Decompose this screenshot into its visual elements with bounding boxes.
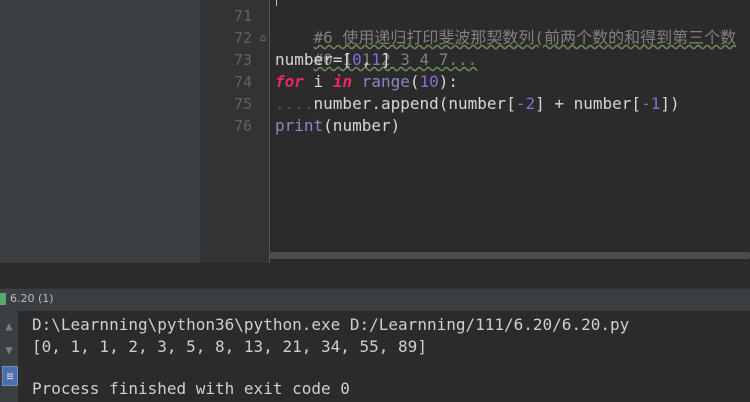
editor-bottom-area: [0, 263, 750, 287]
line-number: 74: [233, 73, 252, 91]
run-tool-window-header: 6.20 (1): [0, 288, 750, 311]
line-number: 75: [233, 95, 252, 113]
project-pane: [0, 0, 200, 287]
keyword-for: for: [275, 72, 304, 91]
code-token: number.append(number[: [313, 94, 516, 113]
fold-icon[interactable]: ⌂: [260, 34, 266, 44]
code-token: i: [303, 72, 333, 91]
arrow-up-icon[interactable]: ▲: [2, 317, 16, 335]
indent-guide-dots: ....: [275, 94, 314, 113]
builtin-range: range: [361, 72, 410, 91]
run-console[interactable]: D:\Learnning\python36\python.exe D:/Lear…: [19, 311, 750, 402]
code-line-73[interactable]: number=[0,1]: [275, 49, 391, 71]
console-exit-line: Process finished with exit code 0: [32, 379, 350, 398]
code-token: ] + number[: [535, 94, 642, 113]
code-token: ,: [361, 50, 372, 69]
number-literal: -1: [641, 94, 661, 113]
arrow-down-icon[interactable]: ▼: [2, 341, 16, 359]
console-command-line: D:\Learnning\python36\python.exe D:/Lear…: [32, 315, 630, 334]
number-literal: 10: [419, 72, 439, 91]
number-literal: 0: [352, 50, 362, 69]
number-literal: -2: [515, 94, 536, 113]
line-number: 72: [233, 29, 252, 47]
code-line-75[interactable]: ....number.append(number[-2] + number[-1…: [275, 93, 680, 115]
code-line-72[interactable]: #0 1 1 2 3 4 7...: [275, 27, 478, 69]
run-toolbar: ▲ ▼ ≡: [0, 311, 19, 402]
line-number: 71: [233, 7, 252, 25]
code-token: ]): [660, 94, 680, 113]
line-number: 73: [233, 51, 252, 69]
keyword-in: in: [332, 72, 353, 91]
run-tab-title[interactable]: 6.20 (1): [10, 292, 54, 305]
code-line-71[interactable]: #6 使用递归打印斐波那契数列(前两个数的和得到第三个数: [275, 5, 737, 47]
code-token: ):: [438, 72, 459, 91]
code-line-76[interactable]: print(number): [275, 115, 400, 137]
code-token: number=[: [275, 50, 353, 69]
horizontal-scrollbar[interactable]: [270, 252, 750, 259]
builtin-print: print: [275, 116, 324, 135]
code-line-74[interactable]: for i in range(10):: [275, 71, 458, 93]
console-output-line: [0, 1, 1, 2, 3, 5, 8, 13, 21, 34, 55, 89…: [32, 337, 427, 356]
code-token: ]: [380, 50, 391, 69]
gutter-separator: [269, 0, 270, 263]
code-editor[interactable]: 71 72 73 74 75 76 ⌂ #6 使用递归打印斐波那契数列(前两个数…: [0, 0, 750, 287]
code-token: (number): [323, 116, 401, 135]
number-literal: 1: [371, 50, 381, 69]
line-number: 76: [233, 117, 252, 135]
code-token: (: [409, 72, 420, 91]
run-tab-icon: [0, 293, 6, 305]
soft-wrap-icon[interactable]: ≡: [2, 366, 18, 386]
